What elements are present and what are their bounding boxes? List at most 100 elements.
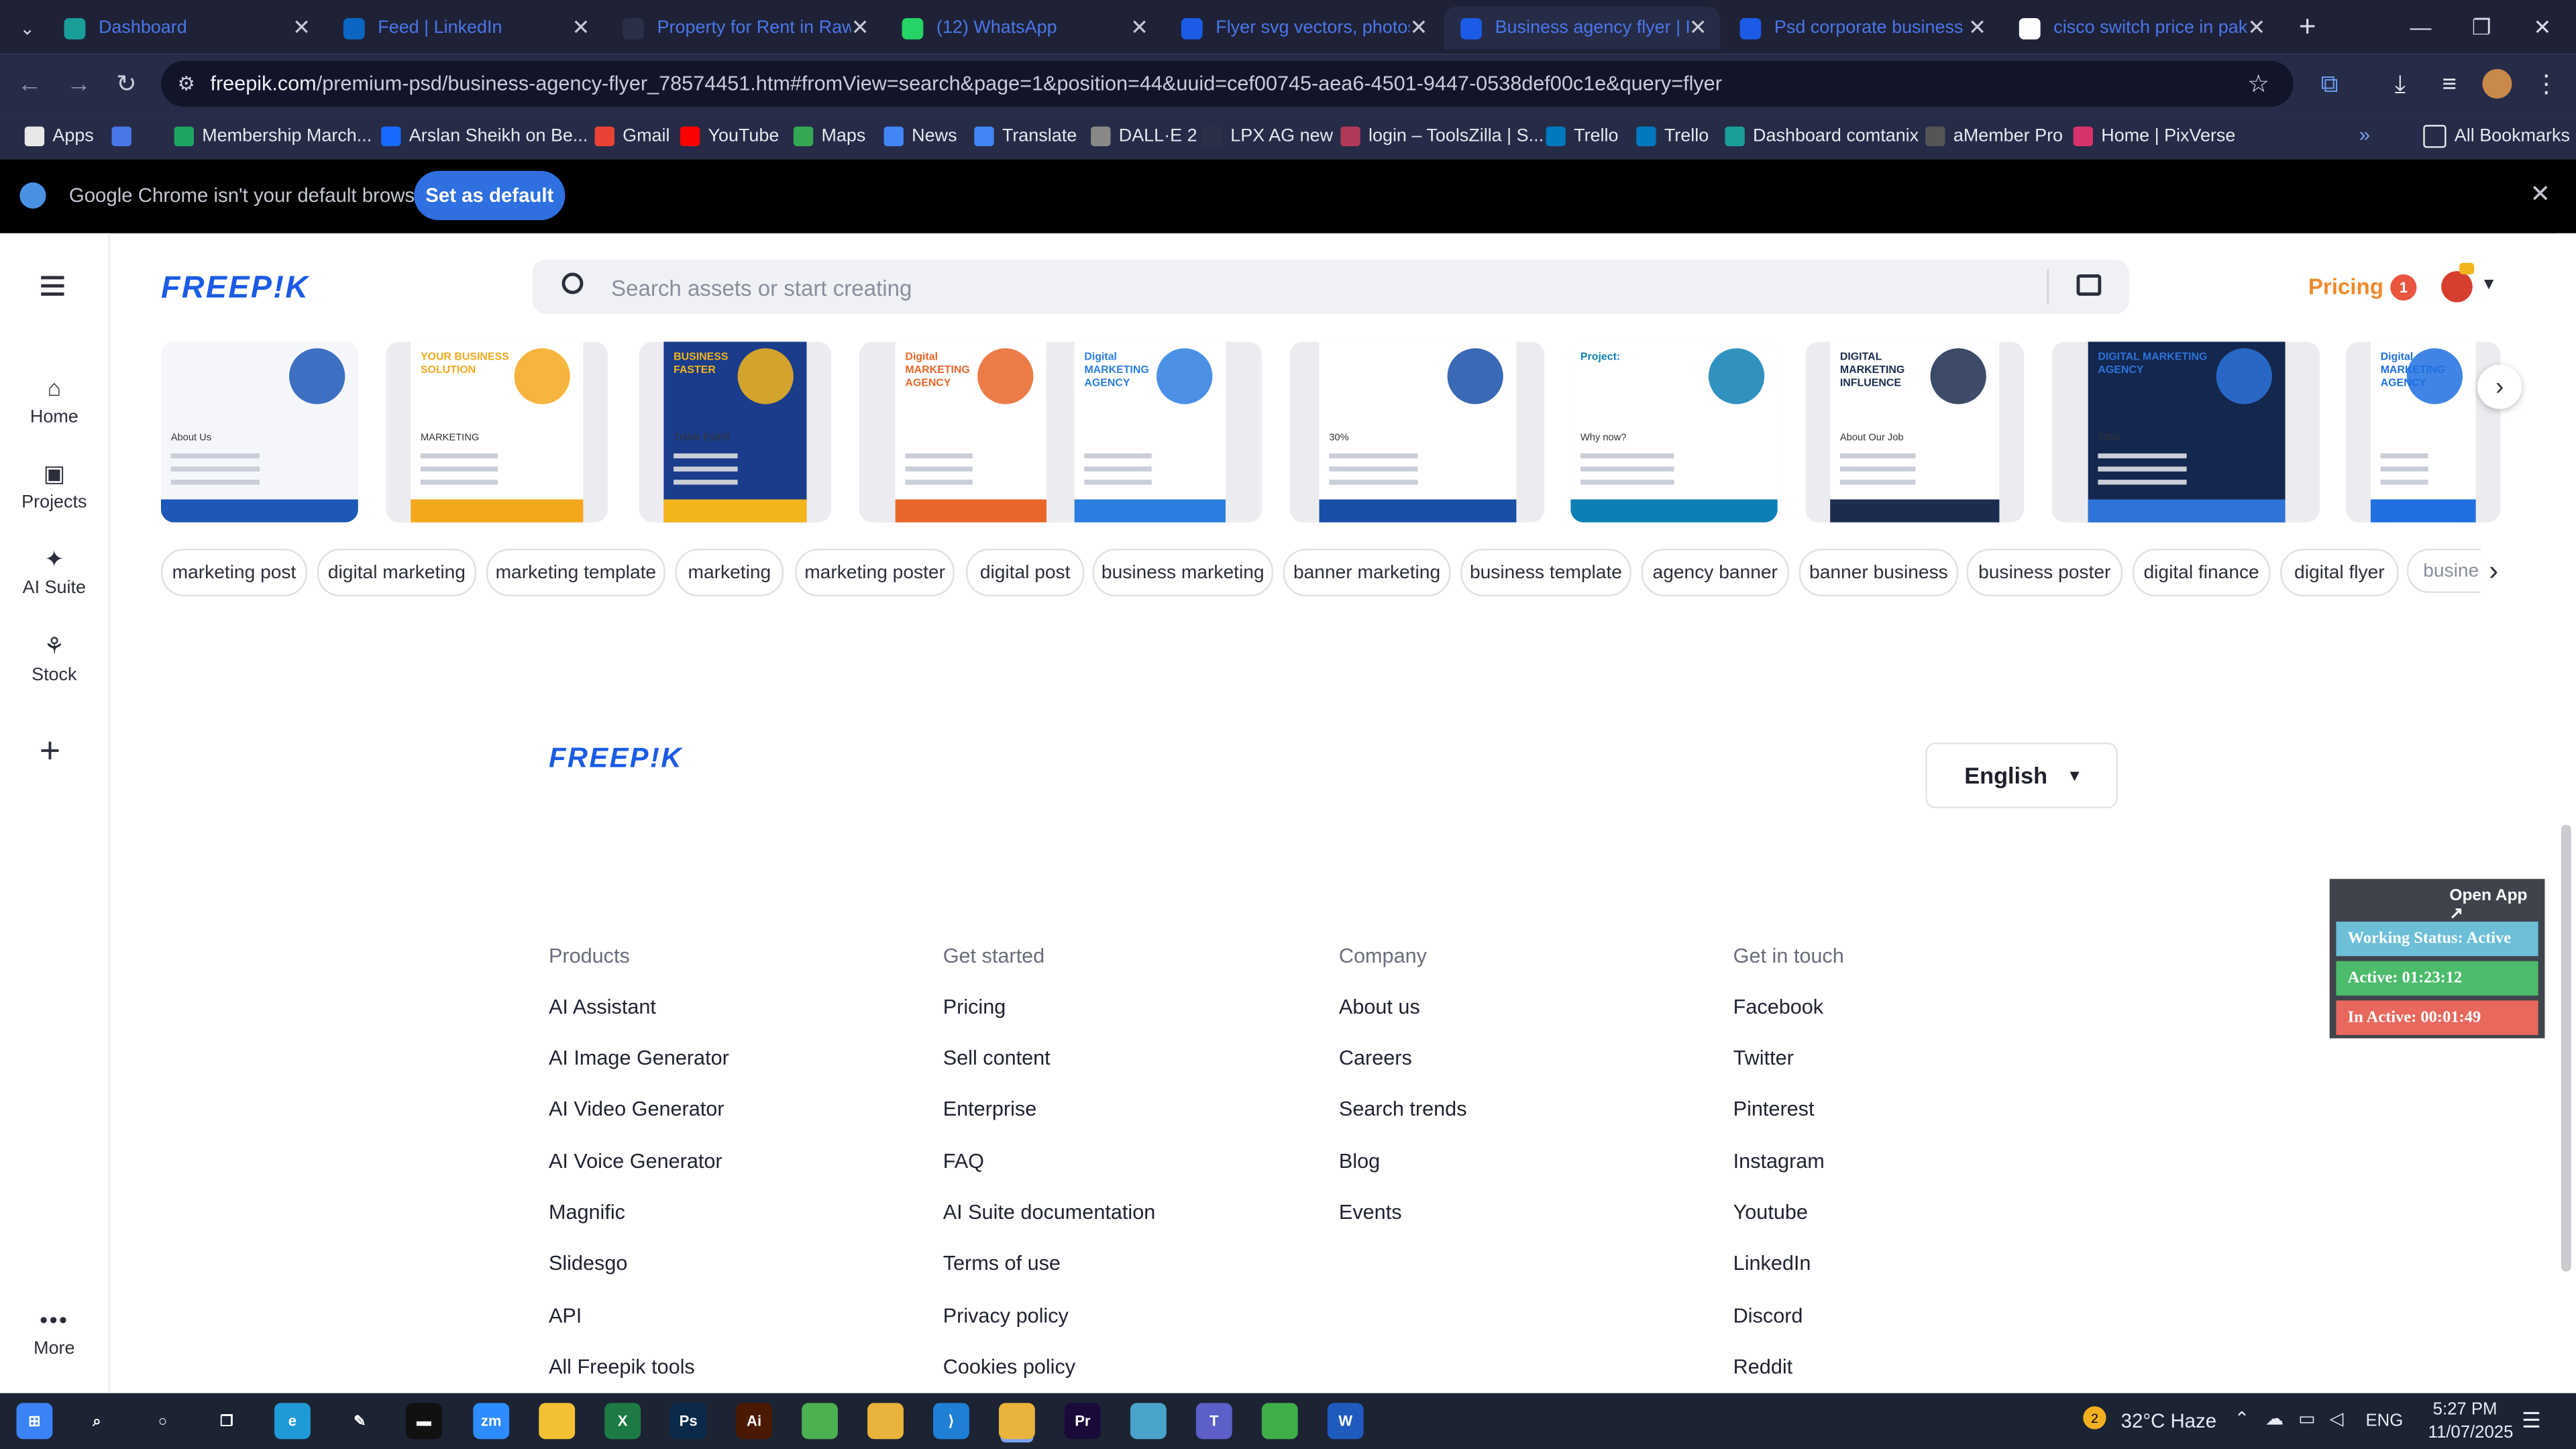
bookmark-item[interactable]: YouTube	[680, 123, 779, 150]
tag-chip[interactable]: marketing post	[161, 548, 307, 596]
close-tab-icon[interactable]: ✕	[292, 15, 311, 41]
url-text[interactable]: freepik.com/premium-psd/business-agency-…	[210, 72, 1721, 95]
cortana-icon[interactable]: ○	[144, 1403, 181, 1440]
browser-tab[interactable]: (12) WhatsApp ✕	[885, 7, 1161, 50]
tag-chip[interactable]: agency banner	[1641, 548, 1789, 596]
site-info-icon[interactable]: ⚙	[177, 72, 195, 95]
footer-link[interactable]: All Freepik tools	[549, 1356, 729, 1385]
tag-chip[interactable]: business marketing	[1092, 548, 1273, 596]
premiere-icon[interactable]: Pr	[1064, 1403, 1101, 1440]
footer-link[interactable]: Cookies policy	[943, 1356, 1156, 1385]
close-infobar-icon[interactable]: ✕	[2530, 179, 2551, 209]
search-input[interactable]	[608, 269, 2028, 307]
weather-icon[interactable]: 2	[2083, 1406, 2106, 1430]
user-avatar[interactable]	[2441, 271, 2473, 303]
bookmark-item[interactable]: Home | PixVerse	[2073, 123, 2235, 150]
tray-chevron-icon[interactable]: ⌃	[2235, 1408, 2250, 1429]
tag-chip[interactable]: marketing template	[486, 548, 665, 596]
camera-search-icon[interactable]	[2076, 274, 2102, 296]
footer-link[interactable]: AI Video Generator	[549, 1098, 729, 1128]
footer-link[interactable]: Magnific	[549, 1201, 729, 1230]
notification-center-icon[interactable]: ☰	[2522, 1408, 2541, 1434]
volume-icon[interactable]: ◁	[2330, 1408, 2344, 1429]
tag-chip[interactable]: digital finance	[2132, 548, 2271, 596]
related-flyer-card[interactable]: Digital MARKETING AGENCY	[2346, 341, 2501, 523]
browser-tab[interactable]: Dashboard ✕	[48, 7, 323, 50]
open-app-link[interactable]: Open App ↗	[2449, 887, 2544, 923]
vscode-icon[interactable]: ⟩	[933, 1403, 969, 1440]
related-flyer-card[interactable]: YOUR BUSINESS SOLUTION MARKETING	[386, 341, 608, 523]
tag-chip[interactable]: banner business	[1799, 548, 1959, 596]
footer-link[interactable]: Discord	[1733, 1304, 1844, 1334]
clock[interactable]: 5:27 PM 11/07/2025	[2428, 1400, 2514, 1443]
footer-link[interactable]: Pinterest	[1733, 1098, 1844, 1128]
sidebar-item-home[interactable]: ⌂ Home	[0, 374, 109, 427]
chrome-menu-icon[interactable]: ⋮	[2530, 67, 2563, 100]
footer-link[interactable]: API	[549, 1304, 729, 1334]
onedrive-icon[interactable]: ☁	[2265, 1408, 2284, 1429]
footer-link[interactable]: AI Assistant	[549, 995, 729, 1024]
footer-link[interactable]: Slidesgo	[549, 1252, 729, 1282]
bookmark-item[interactable]: Trello	[1636, 123, 1709, 150]
bookmark-item[interactable]: LPX AG new	[1202, 123, 1333, 150]
reload-icon[interactable]: ↻	[110, 67, 143, 100]
sidebar-item-projects[interactable]: ▣ Projects	[0, 460, 109, 513]
close-window-icon[interactable]: ✕	[2512, 0, 2573, 54]
close-tab-icon[interactable]: ✕	[1689, 15, 1707, 41]
freepik-logo[interactable]: FREEP!K	[161, 271, 309, 307]
zoom-icon[interactable]: zm	[473, 1403, 510, 1440]
related-flyer-card[interactable]: 30%	[1289, 341, 1545, 523]
more-bookmarks-icon[interactable]: »	[2359, 123, 2370, 146]
restore-icon[interactable]: ❐	[2451, 0, 2512, 54]
forward-icon[interactable]: →	[62, 67, 95, 100]
account-dropdown-icon[interactable]: ▼	[2481, 276, 2497, 294]
bookmark-item[interactable]: Trello	[1546, 123, 1619, 150]
tag-chip[interactable]: busine	[2406, 548, 2481, 594]
new-tab-button[interactable]: +	[2277, 0, 2338, 54]
footer-link[interactable]: AI Image Generator	[549, 1046, 729, 1076]
close-tab-icon[interactable]: ✕	[2247, 15, 2265, 41]
browser-tab[interactable]: Property for Rent in Rawa ✕	[606, 7, 882, 50]
terminal-icon[interactable]: ▬	[405, 1403, 442, 1440]
tag-chip[interactable]: marketing poster	[795, 548, 955, 596]
close-tab-icon[interactable]: ✕	[1409, 15, 1428, 41]
file-explorer-icon[interactable]	[539, 1403, 576, 1440]
search-bar[interactable]	[532, 259, 2129, 314]
edge-icon[interactable]: e	[274, 1403, 311, 1440]
photoshop-icon[interactable]: Ps	[670, 1403, 707, 1440]
bookmark-star-icon[interactable]: ☆	[2247, 69, 2269, 99]
footer-link[interactable]: Terms of use	[943, 1252, 1156, 1282]
footer-link[interactable]: AI Suite documentation	[943, 1201, 1156, 1230]
tags-next-icon[interactable]: ›	[2489, 555, 2498, 588]
tag-chip[interactable]: digital marketing	[317, 548, 477, 596]
footer-link[interactable]: Sell content	[943, 1046, 1156, 1076]
notification-bell-icon[interactable]: 1	[2390, 274, 2417, 301]
input-language[interactable]: ENG	[2366, 1411, 2404, 1431]
browser-tab[interactable]: cisco switch price in paki ✕	[2002, 7, 2278, 50]
browser-tab[interactable]: Business agency flyer | Pr ✕	[1444, 6, 1721, 50]
green-app-2-icon[interactable]	[1261, 1403, 1298, 1440]
teams-icon[interactable]: T	[1195, 1403, 1232, 1440]
footer-link[interactable]: AI Voice Generator	[549, 1149, 729, 1179]
footer-link[interactable]: Events	[1339, 1201, 1467, 1230]
bookmark-item[interactable]: DALL·E 2	[1091, 123, 1197, 150]
bookmark-item[interactable]: News	[883, 123, 957, 150]
back-icon[interactable]: ←	[13, 67, 46, 100]
search-icon[interactable]: ⌕	[78, 1403, 115, 1440]
related-flyer-card[interactable]: DIGITAL MARKETING INFLUENCE About Our Job	[1805, 341, 2025, 523]
bookmark-item[interactable]: Translate	[974, 123, 1077, 150]
footer-link[interactable]: About us	[1339, 995, 1467, 1024]
close-tab-icon[interactable]: ✕	[1968, 15, 1986, 41]
footer-link[interactable]: Privacy policy	[943, 1304, 1156, 1334]
extensions-icon[interactable]: ⧉	[2313, 67, 2346, 100]
tag-chip[interactable]: business template	[1460, 548, 1631, 596]
footer-logo[interactable]: FREEP!K	[549, 743, 683, 775]
sidebar-item-stock[interactable]: ⚘ Stock	[0, 633, 109, 685]
green-app-icon[interactable]	[802, 1403, 838, 1440]
footer-link[interactable]: Youtube	[1733, 1201, 1844, 1230]
tag-chip[interactable]: business poster	[1966, 548, 2123, 596]
related-flyer-card[interactable]: Digital MARKETING AGENCY Digital MARKETIN…	[859, 341, 1262, 523]
footer-link[interactable]: Enterprise	[943, 1098, 1156, 1128]
start-icon[interactable]: ⊞	[16, 1403, 53, 1440]
download-icon[interactable]: ⤓	[2383, 67, 2416, 100]
